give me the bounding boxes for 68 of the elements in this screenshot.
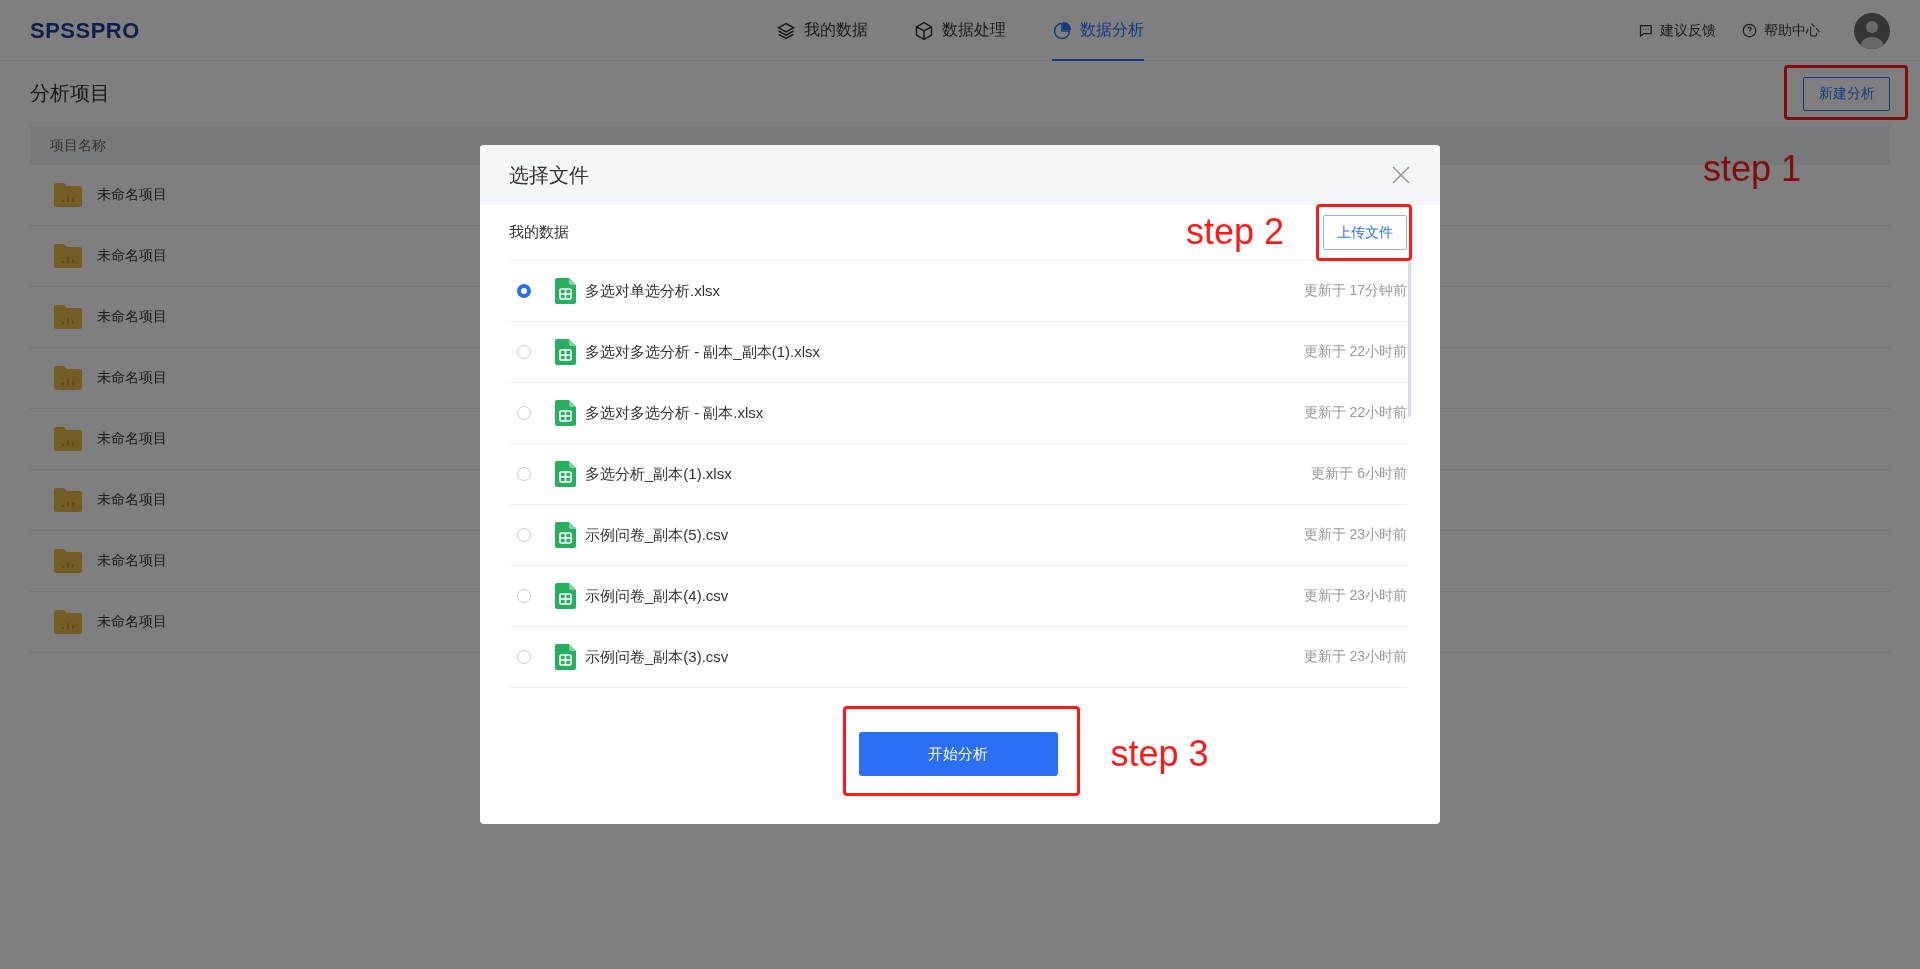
folder-icon <box>54 488 82 512</box>
update-time: 更新于 6小时前 <box>1311 465 1407 483</box>
folder-icon <box>54 244 82 268</box>
scrollbar[interactable] <box>1408 261 1411 417</box>
spreadsheet-icon <box>555 461 576 487</box>
radio-button[interactable] <box>517 467 531 481</box>
avatar[interactable] <box>1854 12 1890 49</box>
dialog-title: 选择文件 <box>509 162 589 188</box>
pie-chart-icon <box>1052 20 1072 41</box>
project-name: 未命名项目 <box>97 308 167 326</box>
radio-button[interactable] <box>517 345 531 359</box>
header-link[interactable]: 建议反馈 <box>1638 21 1716 40</box>
spreadsheet-icon <box>555 400 576 426</box>
file-name[interactable]: 示例问卷_副本(5).csv <box>585 525 1304 545</box>
step-label: step 2 <box>1185 214 1284 250</box>
update-time: 更新于 23小时前 <box>1303 648 1407 666</box>
project-name: 未命名项目 <box>97 186 167 204</box>
start-analysis-button[interactable]: 开始分析 <box>858 732 1058 776</box>
file-name[interactable]: 多选对多选分析 - 副本.xlsx <box>585 403 1304 423</box>
spreadsheet-icon <box>555 339 576 365</box>
update-time: 更新于 23小时前 <box>1303 587 1407 605</box>
header-link[interactable]: 帮助中心 <box>1742 21 1820 40</box>
spreadsheet-icon <box>555 522 576 548</box>
radio-button[interactable] <box>517 589 531 603</box>
radio-button[interactable] <box>517 406 531 420</box>
file-name[interactable]: 示例问卷_副本(4).csv <box>585 586 1304 606</box>
folder-icon <box>54 427 82 451</box>
close-icon[interactable] <box>1392 166 1410 184</box>
step-label: step 1 <box>1703 150 1802 187</box>
project-name: 未命名项目 <box>97 247 167 265</box>
file-name[interactable]: 示例问卷_副本(3).csv <box>585 647 1304 667</box>
nav-tab[interactable]: 数据分析 <box>1052 0 1144 61</box>
file-name[interactable]: 多选对单选分析.xlsx <box>585 281 1304 301</box>
update-time: 更新于 22小时前 <box>1303 404 1407 422</box>
radio-button[interactable] <box>517 528 531 542</box>
page-title: 分析项目 <box>30 81 110 106</box>
folder-icon <box>54 305 82 329</box>
spreadsheet-icon <box>555 278 576 304</box>
column-header: 项目名称 <box>49 136 107 155</box>
project-name: 未命名项目 <box>97 613 167 631</box>
file-name[interactable]: 多选对多选分析 - 副本_副本(1).xlsx <box>585 342 1304 362</box>
update-time: 更新于 22小时前 <box>1303 343 1407 361</box>
logo[interactable]: SPSSPRO <box>30 17 140 44</box>
layers-icon <box>776 20 796 41</box>
nav-tab[interactable]: 我的数据 <box>776 0 868 61</box>
spreadsheet-icon <box>555 583 576 609</box>
project-name: 未命名项目 <box>97 369 167 387</box>
radio-button[interactable] <box>517 284 531 298</box>
file-name[interactable]: 多选分析_副本(1).xlsx <box>585 464 1312 484</box>
help-icon <box>1742 23 1757 38</box>
spreadsheet-icon <box>555 644 576 670</box>
nav-tab[interactable]: 数据处理 <box>914 0 1006 61</box>
section-label: 我的数据 <box>509 223 569 242</box>
folder-icon <box>54 183 82 207</box>
radio-button[interactable] <box>517 650 531 664</box>
project-name: 未命名项目 <box>97 552 167 570</box>
cube-icon <box>914 20 934 41</box>
upload-button[interactable]: 上传文件 <box>1323 215 1407 250</box>
folder-icon <box>54 610 82 634</box>
project-name: 未命名项目 <box>97 430 167 448</box>
project-name: 未命名项目 <box>97 491 167 509</box>
message-icon <box>1638 23 1653 38</box>
folder-icon <box>54 366 82 390</box>
step-label: step 3 <box>1110 736 1209 772</box>
new-analysis-button[interactable]: 新建分析 <box>1803 76 1890 111</box>
update-time: 更新于 17分钟前 <box>1303 282 1407 300</box>
folder-icon <box>54 549 82 573</box>
update-time: 更新于 23小时前 <box>1303 526 1407 544</box>
